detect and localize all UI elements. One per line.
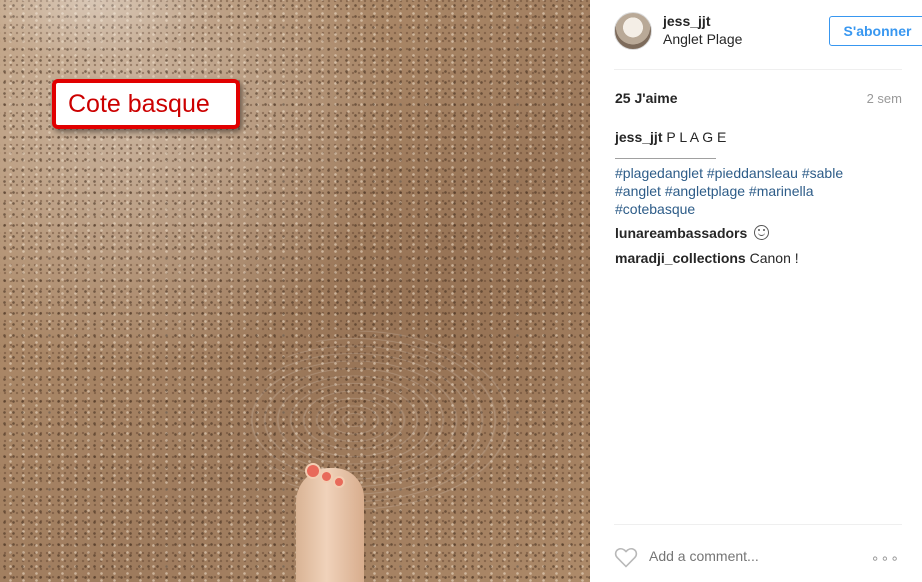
- hashtag[interactable]: #sable: [802, 165, 843, 181]
- author-username[interactable]: jess_jjt: [663, 13, 710, 29]
- post-caption: jess_jjt P L A G E: [615, 128, 895, 146]
- avatar[interactable]: [614, 12, 652, 50]
- more-options-icon[interactable]: ∘∘∘: [871, 550, 900, 567]
- post-photo[interactable]: Cote basque: [0, 0, 590, 582]
- toe-nail: [305, 463, 321, 479]
- hashtag[interactable]: #marinella: [749, 183, 814, 199]
- heart-icon[interactable]: [614, 546, 638, 568]
- likes-count[interactable]: 25 J'aime: [615, 90, 678, 106]
- toe-nail: [320, 470, 333, 483]
- water-ripples: [250, 330, 510, 510]
- post-side-panel: jess_jjt Anglet Plage S'abonner 25 J'aim…: [590, 0, 922, 582]
- hashtag[interactable]: #plagedanglet: [615, 165, 703, 181]
- hashtag[interactable]: #cotebasque: [615, 201, 695, 217]
- post-age[interactable]: 2 sem: [867, 91, 902, 106]
- photo-overlay-label: Cote basque: [52, 79, 240, 129]
- header-divider: [614, 69, 902, 70]
- post-header: jess_jjt Anglet Plage S'abonner: [614, 10, 922, 56]
- caption-separator-line: [615, 158, 716, 159]
- hashtag[interactable]: #angletplage: [665, 183, 745, 199]
- post-location[interactable]: Anglet Plage: [663, 31, 742, 47]
- comment: maradji_collections Canon !: [615, 250, 799, 266]
- toe-nail: [333, 476, 345, 488]
- hashtag[interactable]: #anglet: [615, 183, 661, 199]
- comment-username[interactable]: maradji_collections: [615, 250, 746, 266]
- comment-text: Canon !: [749, 250, 799, 266]
- comment-bar: ∘∘∘: [614, 540, 902, 574]
- comment-username[interactable]: lunareambassadors: [615, 225, 747, 241]
- follow-button[interactable]: S'abonner: [829, 16, 922, 46]
- hashtag-list: #plagedanglet #pieddansleau #sable #angl…: [615, 164, 885, 218]
- comment: lunareambassadors: [615, 225, 770, 241]
- footer-divider: [614, 524, 902, 525]
- smiley-icon: [754, 225, 770, 240]
- caption-username[interactable]: jess_jjt: [615, 129, 662, 145]
- add-comment-input[interactable]: [649, 548, 849, 564]
- hashtag[interactable]: #pieddansleau: [707, 165, 798, 181]
- foot: [296, 468, 364, 582]
- caption-text: P L A G E: [666, 129, 727, 145]
